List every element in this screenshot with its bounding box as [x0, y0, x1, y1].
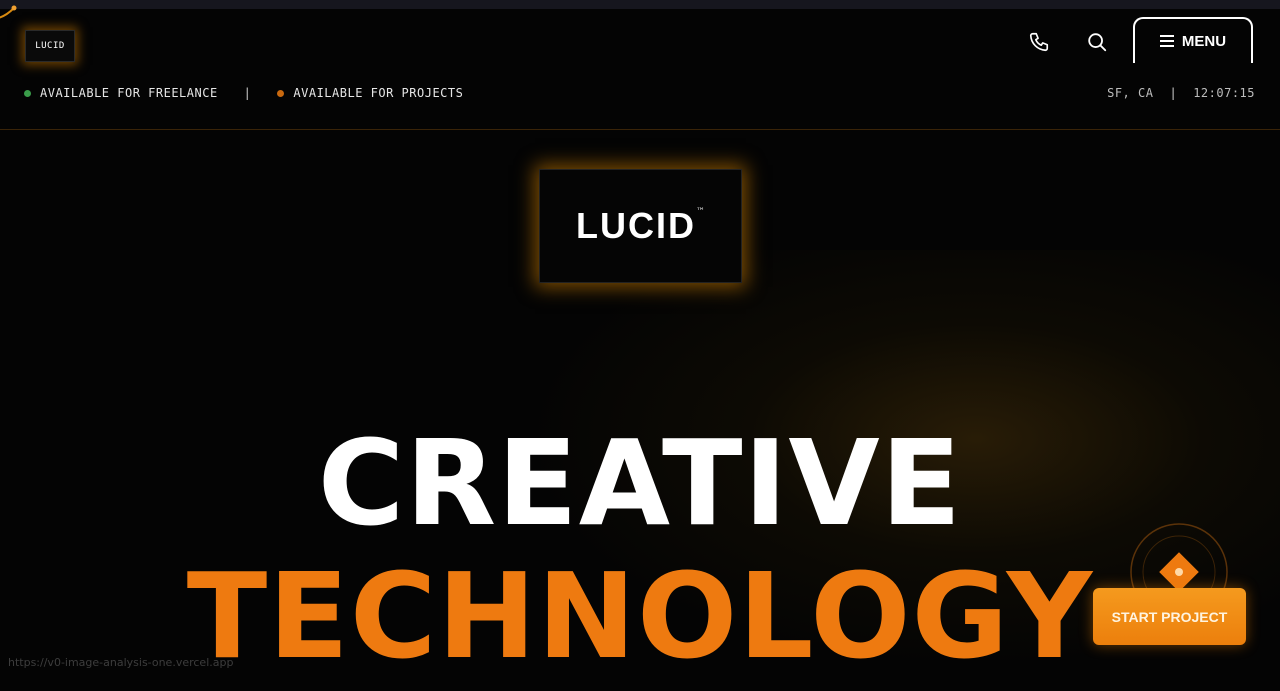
header-divider — [0, 129, 1280, 130]
hero-title-line1: CREATIVE — [317, 414, 963, 552]
phone-button[interactable] — [1025, 28, 1053, 56]
menu-label: MENU — [1181, 32, 1227, 50]
freelance-status-dot — [24, 89, 31, 97]
corner-spark-icon — [0, 5, 17, 19]
search-button[interactable] — [1083, 28, 1111, 56]
freelance-status-label: AVAILABLE FOR FREELANCE — [40, 86, 218, 100]
projects-status-label: AVAILABLE FOR PROJECTS — [293, 86, 464, 100]
hero-logo: LUCID ™ — [539, 169, 742, 283]
clock-label: 12:07:15 — [1193, 86, 1255, 100]
hero-logo-mark: ™ — [696, 207, 705, 217]
top-bar — [0, 0, 1280, 9]
status-separator: | — [243, 86, 252, 100]
start-project-button[interactable]: START PROJECT — [1093, 588, 1246, 645]
location-label: SF, CA — [1107, 86, 1154, 100]
hero-logo-text: LUCID — [576, 205, 696, 246]
availability-status: AVAILABLE FOR FREELANCE | AVAILABLE FOR … — [24, 86, 463, 100]
phone-icon — [1029, 32, 1049, 52]
header-logo-text: LUCID — [35, 41, 65, 51]
search-icon — [1088, 33, 1107, 52]
menu-button[interactable]: MENU — [1133, 17, 1253, 63]
start-project-label: START PROJECT — [1111, 608, 1228, 625]
location-separator: | — [1169, 86, 1178, 100]
projects-status-dot — [277, 89, 285, 97]
header-logo[interactable]: LUCID — [25, 30, 75, 62]
hamburger-icon — [1159, 35, 1174, 47]
location-clock: SF, CA | 12:07:15 — [1107, 86, 1255, 100]
